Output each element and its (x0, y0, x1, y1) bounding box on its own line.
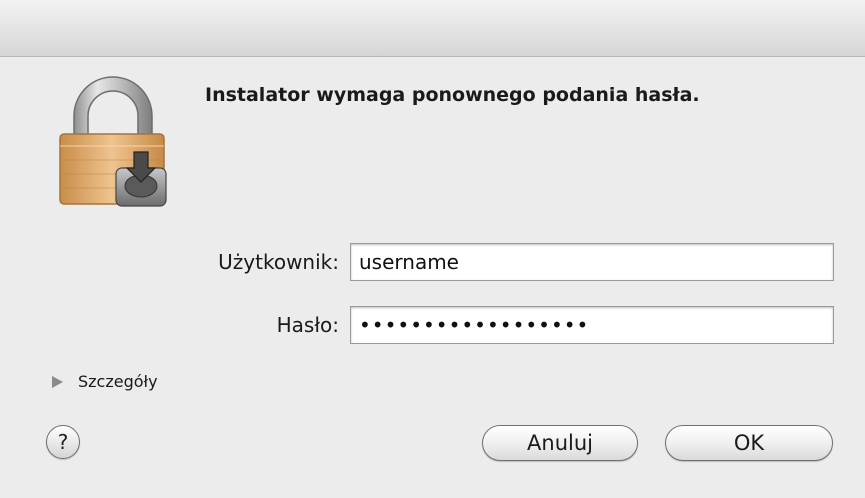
window-titlebar[interactable] (0, 0, 865, 57)
cancel-button[interactable]: Anuluj (482, 425, 638, 461)
details-disclosure[interactable]: Szczegóły (52, 372, 158, 391)
password-input[interactable] (350, 306, 834, 344)
ok-button[interactable]: OK (665, 425, 833, 461)
username-input[interactable] (350, 243, 834, 281)
disclosure-triangle-icon[interactable] (52, 375, 63, 388)
dialog-message: Instalator wymaga ponownego podania hasł… (205, 84, 700, 106)
lock-installer-icon (54, 76, 172, 208)
help-button[interactable]: ? (46, 425, 80, 459)
password-label: Hasło: (276, 313, 339, 337)
username-label: Użytkownik: (218, 250, 339, 274)
details-label: Szczegóły (78, 372, 158, 391)
